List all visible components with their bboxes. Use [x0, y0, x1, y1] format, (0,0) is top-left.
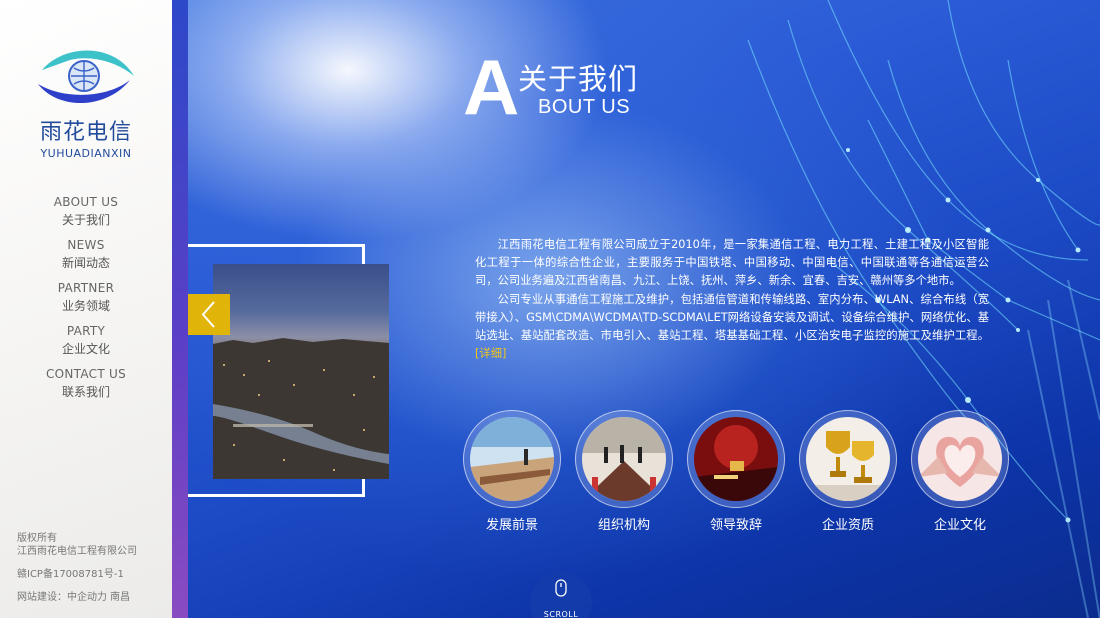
more-link[interactable]: [详细] [475, 347, 506, 360]
section-title-en: BOUT US [538, 96, 631, 118]
nav-item-label-cn: 联系我们 [61, 385, 110, 399]
nav-item-party[interactable]: PARTY 企业文化 [0, 324, 172, 367]
brand-name-cn: 雨花电信 [39, 120, 132, 145]
photo-frame-bottom [188, 494, 365, 497]
nav-item-news[interactable]: NEWS 新闻动态 [0, 238, 172, 281]
nav-item-label-en: PARTY [66, 324, 106, 338]
photo-frame-top [188, 244, 365, 247]
main-content: A 关于我们 BOUT US 江西雨花电信工程有限公司成立于2010年，是一家集… [188, 0, 1100, 618]
mouse-icon [555, 579, 567, 597]
feature-label: 企业资质 [821, 518, 874, 533]
trophy-icon [806, 417, 890, 501]
prev-slide-button[interactable] [188, 294, 230, 335]
about-paragraph-2-text: 公司专业从事通信工程施工及维护，包括通信管道和传输线路、室内分布、WLAN、综合… [475, 292, 989, 343]
nav-item-label-cn: 业务领域 [61, 299, 110, 313]
feature-ring [575, 410, 673, 508]
section-title-letter: A [463, 43, 520, 131]
sidebar-edge [172, 0, 188, 618]
feature-label: 领导致辞 [709, 518, 762, 533]
heart-hands-icon [918, 417, 1002, 501]
nav-item-partner[interactable]: PARTNER 业务领域 [0, 281, 172, 324]
about-paragraph-1: 江西雨花电信工程有限公司成立于2010年，是一家集通信工程、电力工程、土建工程及… [475, 238, 989, 288]
nav-item-label-cn: 企业文化 [61, 342, 110, 356]
chevron-left-icon [201, 301, 215, 328]
feature-ring [799, 410, 897, 508]
scroll-label: SCROLL [543, 610, 579, 618]
icp-number[interactable]: 赣ICP备17008781号-1 [17, 568, 167, 581]
nav-item-label-en: PARTNER [57, 281, 115, 295]
nav-item-label-en: NEWS [67, 238, 105, 252]
feature-label: 发展前景 [485, 518, 538, 533]
feature-label: 组织机构 [597, 518, 650, 533]
boardroom-icon [582, 417, 666, 501]
meeting-room-icon [470, 417, 554, 501]
photo-frame-bottom-right [362, 479, 365, 497]
feature-ring [463, 410, 561, 508]
feature-qualification[interactable]: 企业资质 [799, 410, 897, 533]
nav-item-label-cn: 关于我们 [61, 213, 110, 227]
feature-development[interactable]: 发展前景 [463, 410, 561, 533]
scroll-down-button[interactable]: SCROLL [530, 572, 592, 618]
nav-item-about[interactable]: ABOUT US 关于我们 [0, 195, 172, 238]
city-skyline-photo [213, 264, 389, 479]
sidebar: 雨花电信 YUHUADIANXIN ABOUT US 关于我们 NEWS 新闻动… [0, 0, 188, 618]
copyright-label: 版权所有 [17, 533, 57, 544]
feature-label: 企业文化 [933, 518, 986, 533]
nav-item-label-cn: 新闻动态 [61, 256, 110, 270]
feature-ring [687, 410, 785, 508]
nav-item-label-en: CONTACT US [45, 367, 127, 381]
about-text: 江西雨花电信工程有限公司成立于2010年，是一家集通信工程、电力工程、土建工程及… [475, 236, 989, 363]
feature-circles: 发展前景 组织机构 领导致辞 企业资质 企业文化 [463, 410, 1023, 540]
section-title-cn: 关于我们 [518, 62, 639, 96]
brand-name-en: YUHUADIANXIN [40, 147, 132, 160]
feature-leadership[interactable]: 领导致辞 [687, 410, 785, 533]
about-paragraph-2: 公司专业从事通信工程施工及维护，包括通信管道和传输线路、室内分布、WLAN、综合… [475, 291, 989, 364]
nav-item-label-en: ABOUT US [53, 195, 119, 209]
company-name: 江西雨花电信工程有限公司 [17, 546, 137, 557]
main-nav: ABOUT US 关于我们 NEWS 新闻动态 PARTNER 业务领域 PAR… [0, 195, 172, 410]
brand-logo[interactable]: 雨花电信 YUHUADIANXIN [30, 40, 142, 160]
photo-frame-top-right [362, 244, 365, 264]
site-footer: 版权所有 江西雨花电信工程有限公司 赣ICP备17008781号-1 网站建设：… [17, 532, 167, 604]
red-desk-icon [694, 417, 778, 501]
feature-culture[interactable]: 企业文化 [911, 410, 1009, 533]
site-builder[interactable]: 网站建设：中企动力 南昌 [17, 591, 167, 604]
feature-ring [911, 410, 1009, 508]
eye-logo-icon [38, 50, 134, 104]
nav-item-contact[interactable]: CONTACT US 联系我们 [0, 367, 172, 410]
feature-organization[interactable]: 组织机构 [575, 410, 673, 533]
